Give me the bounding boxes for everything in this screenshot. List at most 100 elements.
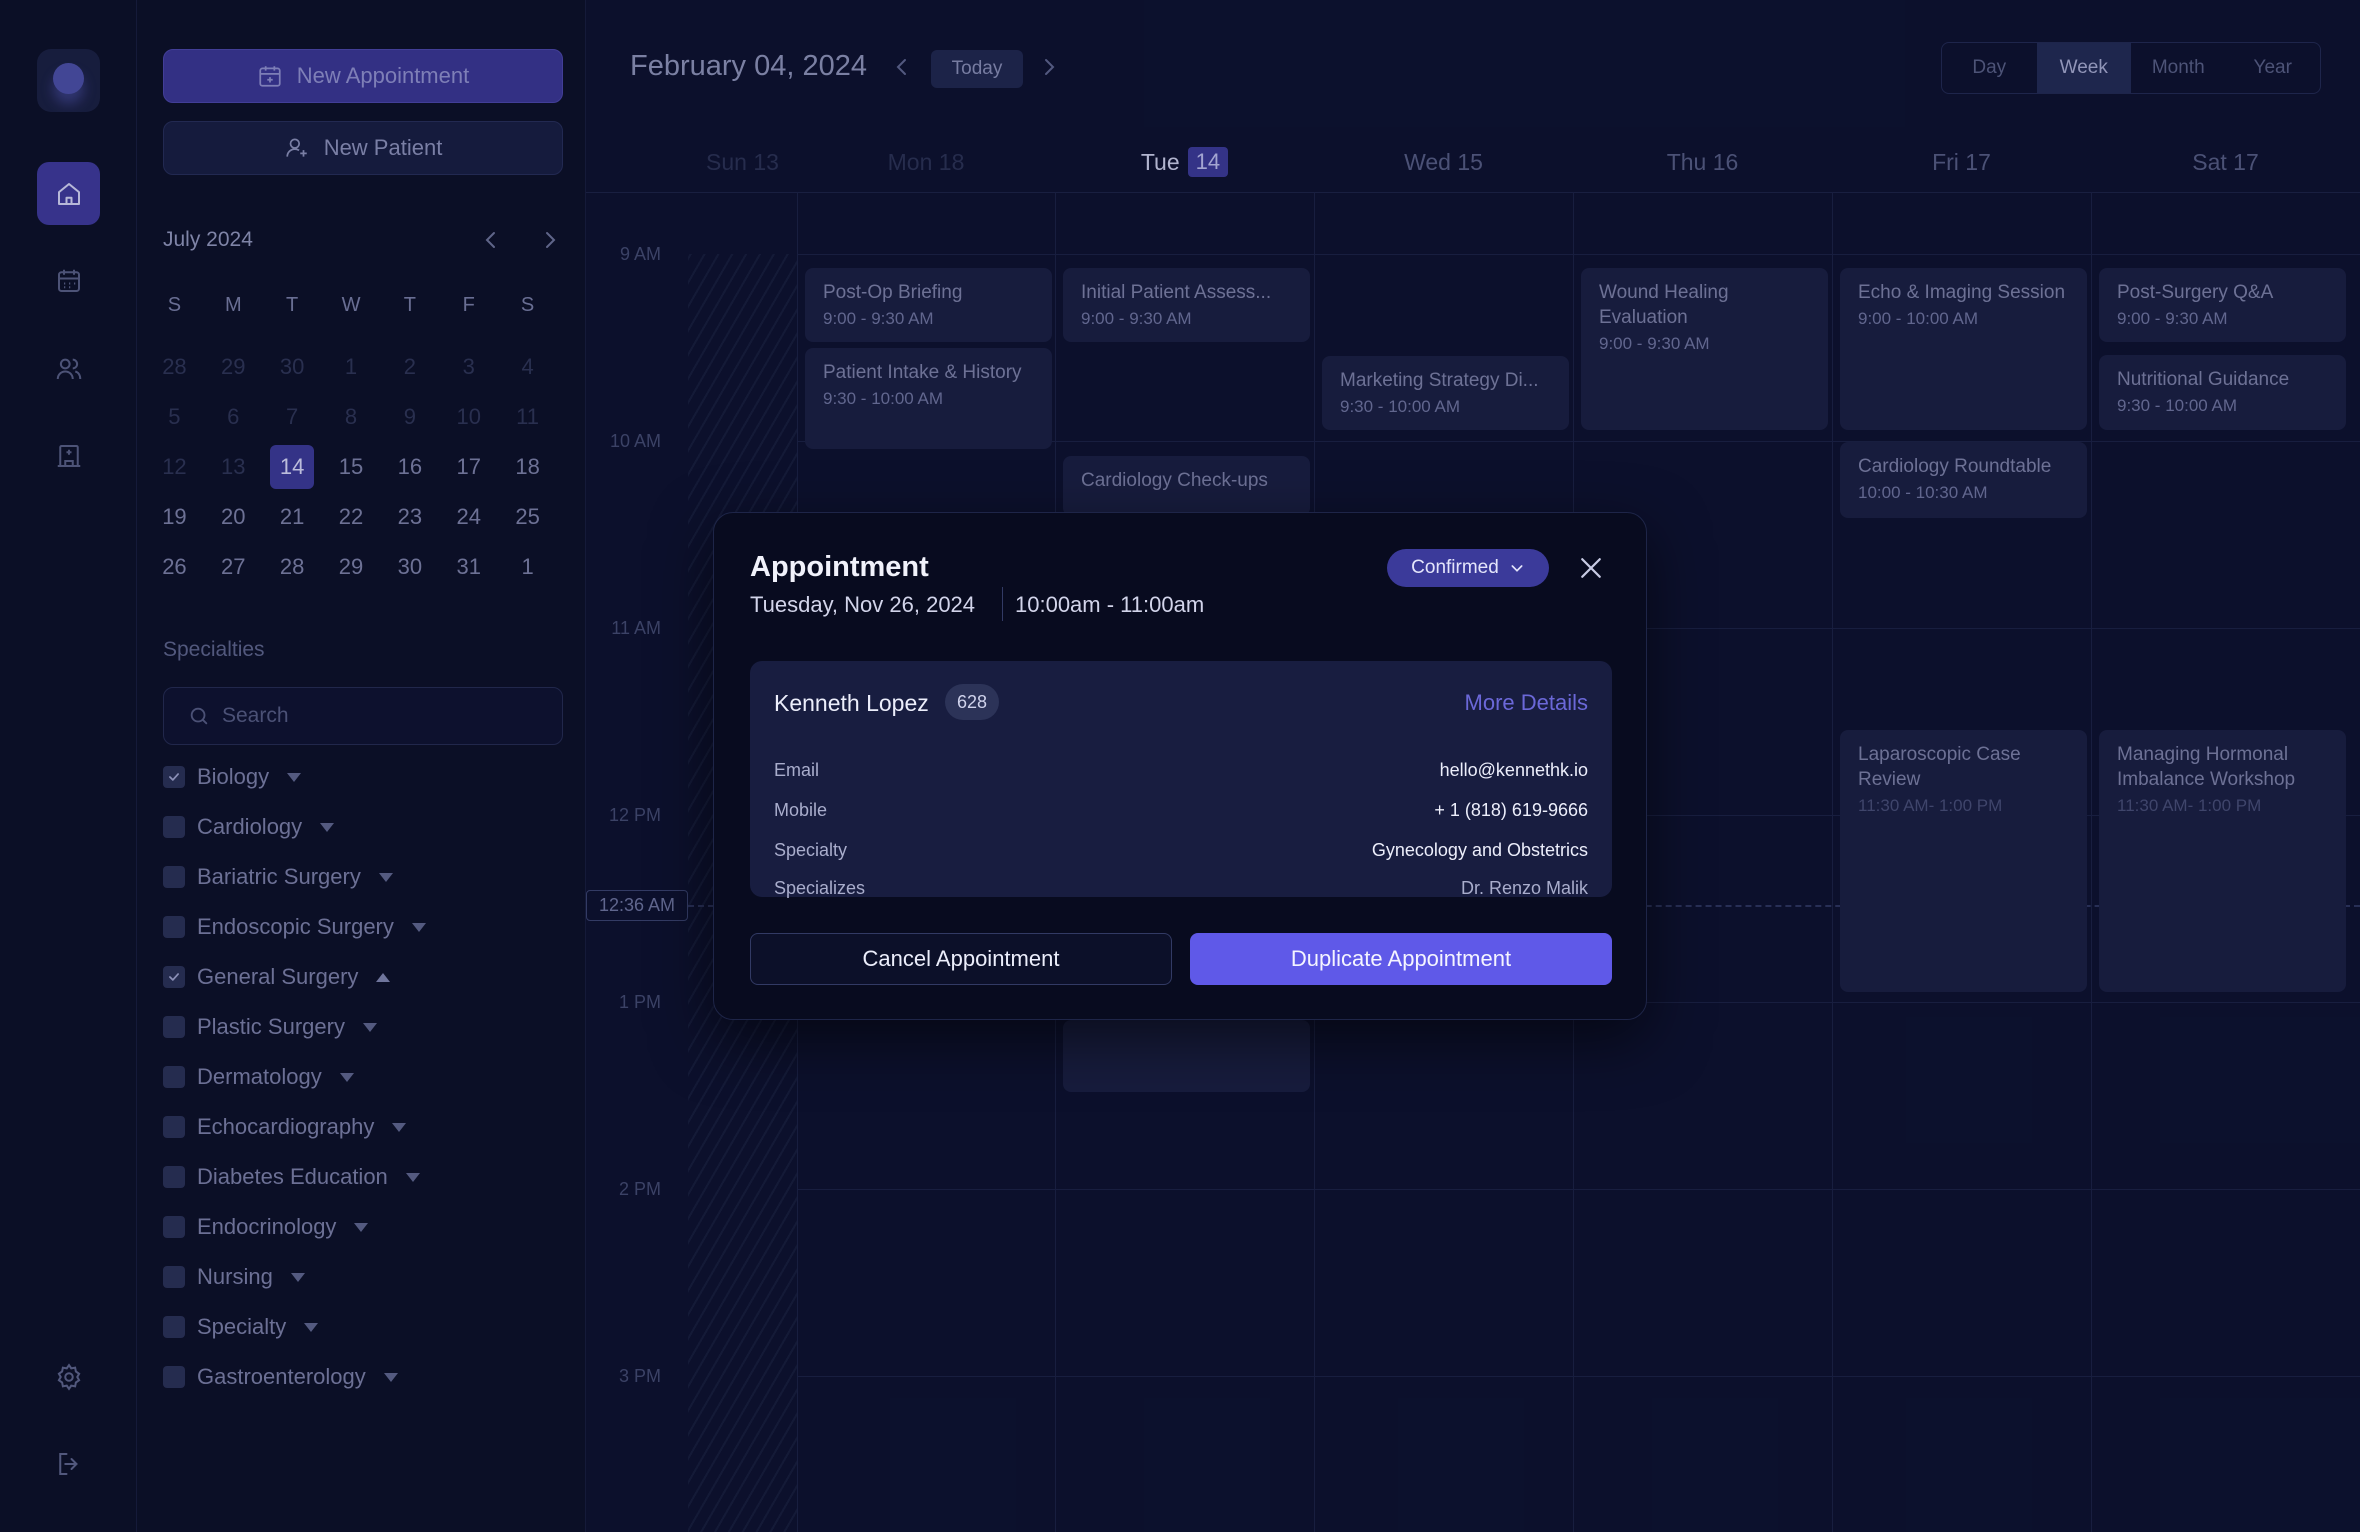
calendar-day[interactable]: 19: [145, 492, 204, 542]
calendar-day[interactable]: 3: [439, 342, 498, 392]
caret-down-icon[interactable]: [290, 1272, 305, 1282]
checkbox[interactable]: [163, 1316, 185, 1338]
today-button[interactable]: Today: [931, 50, 1023, 88]
day-header[interactable]: Fri 17: [1832, 147, 2091, 177]
day-header[interactable]: Wed 15: [1314, 147, 1573, 177]
calendar-day[interactable]: 16: [380, 442, 439, 492]
calendar-icon[interactable]: [37, 249, 100, 312]
calendar-day[interactable]: 2: [380, 342, 439, 392]
calendar-day[interactable]: 25: [498, 492, 557, 542]
chevron-left-icon[interactable]: [890, 55, 914, 79]
checkbox-checked[interactable]: [163, 766, 185, 788]
calendar-day[interactable]: 6: [204, 392, 263, 442]
duplicate-appointment-button[interactable]: Duplicate Appointment: [1190, 933, 1612, 985]
caret-down-icon[interactable]: [405, 1172, 420, 1182]
specialty-item[interactable]: Diabetes Education: [163, 1152, 563, 1202]
event-card[interactable]: Echo & Imaging Session 9:00 - 10:00 AM: [1840, 268, 2087, 430]
status-dropdown[interactable]: Confirmed: [1387, 549, 1549, 587]
event-card[interactable]: [1063, 1020, 1310, 1092]
checkbox[interactable]: [163, 1166, 185, 1188]
event-card[interactable]: Marketing Strategy Di... 9:30 - 10:00 AM: [1322, 356, 1569, 430]
day-header[interactable]: Mon 18: [797, 147, 1055, 177]
calendar-day[interactable]: 11: [498, 392, 557, 442]
calendar-day[interactable]: 9: [380, 392, 439, 442]
event-card[interactable]: Post-Op Briefing 9:00 - 9:30 AM: [805, 268, 1052, 342]
specialty-item[interactable]: Echocardiography: [163, 1102, 563, 1152]
chevron-right-icon[interactable]: [1037, 55, 1061, 79]
specialty-search-input[interactable]: Search: [163, 687, 563, 745]
calendar-day[interactable]: 8: [322, 392, 381, 442]
checkbox[interactable]: [163, 1366, 185, 1388]
day-header[interactable]: Sat 17: [2091, 147, 2360, 177]
event-card[interactable]: Post-Surgery Q&A 9:00 - 9:30 AM: [2099, 268, 2346, 342]
calendar-day[interactable]: 4: [498, 342, 557, 392]
users-icon[interactable]: [37, 337, 100, 400]
calendar-day[interactable]: 26: [145, 542, 204, 592]
calendar-day[interactable]: 10: [439, 392, 498, 442]
calendar-day[interactable]: 29: [322, 542, 381, 592]
calendar-day[interactable]: 1: [322, 342, 381, 392]
checkbox[interactable]: [163, 1216, 185, 1238]
day-header[interactable]: Sun 13: [688, 147, 797, 177]
calendar-day[interactable]: 7: [263, 392, 322, 442]
caret-up-icon[interactable]: [376, 972, 391, 982]
caret-down-icon[interactable]: [378, 872, 393, 882]
calendar-day[interactable]: 21: [263, 492, 322, 542]
caret-down-icon[interactable]: [287, 772, 302, 782]
checkbox[interactable]: [163, 916, 185, 938]
caret-down-icon[interactable]: [354, 1222, 369, 1232]
new-patient-button[interactable]: New Patient: [163, 121, 563, 175]
event-card[interactable]: Wound Healing Evaluation 9:00 - 9:30 AM: [1581, 268, 1828, 430]
calendar-day[interactable]: 13: [204, 442, 263, 492]
caret-down-icon[interactable]: [392, 1122, 407, 1132]
event-card[interactable]: Patient Intake & History 9:30 - 10:00 AM: [805, 348, 1052, 449]
calendar-day[interactable]: 24: [439, 492, 498, 542]
event-card[interactable]: Nutritional Guidance 9:30 - 10:00 AM: [2099, 355, 2346, 430]
calendar-day[interactable]: 18: [498, 442, 557, 492]
caret-down-icon[interactable]: [304, 1322, 319, 1332]
specialty-item[interactable]: Endocrinology: [163, 1202, 563, 1252]
event-card[interactable]: Cardiology Roundtable 10:00 - 10:30 AM: [1840, 442, 2087, 518]
day-header[interactable]: Thu 16: [1573, 147, 1832, 177]
chevron-right-icon[interactable]: [538, 228, 562, 252]
calendar-day[interactable]: 15: [322, 442, 381, 492]
hospital-icon[interactable]: [37, 424, 100, 487]
specialty-item[interactable]: Plastic Surgery: [163, 1002, 563, 1052]
close-icon[interactable]: [1576, 553, 1606, 583]
specialty-item[interactable]: Endoscopic Surgery: [163, 902, 563, 952]
home-icon[interactable]: [37, 162, 100, 225]
calendar-day[interactable]: 31: [439, 542, 498, 592]
calendar-day[interactable]: 27: [204, 542, 263, 592]
checkbox[interactable]: [163, 1266, 185, 1288]
checkbox[interactable]: [163, 866, 185, 888]
specialty-item[interactable]: Gastroenterology: [163, 1352, 563, 1402]
checkbox-checked[interactable]: [163, 966, 185, 988]
calendar-day[interactable]: 12: [145, 442, 204, 492]
calendar-day[interactable]: 17: [439, 442, 498, 492]
event-card[interactable]: Managing Hormonal Imbalance Workshop 11:3…: [2099, 730, 2346, 992]
event-card[interactable]: Laparoscopic Case Review 11:30 AM- 1:00 P…: [1840, 730, 2087, 992]
caret-down-icon[interactable]: [320, 822, 335, 832]
specialty-item[interactable]: Nursing: [163, 1252, 563, 1302]
logout-icon[interactable]: [37, 1432, 100, 1495]
settings-icon[interactable]: [37, 1345, 100, 1408]
caret-down-icon[interactable]: [411, 922, 426, 932]
calendar-day[interactable]: 20: [204, 492, 263, 542]
calendar-day[interactable]: 28: [263, 542, 322, 592]
chevron-left-icon[interactable]: [479, 228, 503, 252]
specialty-item[interactable]: Bariatric Surgery: [163, 852, 563, 902]
event-card[interactable]: Cardiology Check-ups: [1063, 456, 1310, 516]
calendar-day[interactable]: 30: [380, 542, 439, 592]
more-details-link[interactable]: More Details: [1465, 690, 1588, 716]
calendar-day[interactable]: 1: [498, 542, 557, 592]
caret-down-icon[interactable]: [339, 1072, 354, 1082]
specialty-item[interactable]: General Surgery: [163, 952, 563, 1002]
cancel-appointment-button[interactable]: Cancel Appointment: [750, 933, 1172, 985]
calendar-day-selected[interactable]: 14: [263, 442, 322, 492]
view-month-tab[interactable]: Month: [2131, 43, 2226, 93]
view-year-tab[interactable]: Year: [2226, 43, 2321, 93]
view-day-tab[interactable]: Day: [1942, 43, 2037, 93]
view-week-tab[interactable]: Week: [2036, 43, 2131, 93]
caret-down-icon[interactable]: [362, 1022, 377, 1032]
caret-down-icon[interactable]: [383, 1372, 398, 1382]
